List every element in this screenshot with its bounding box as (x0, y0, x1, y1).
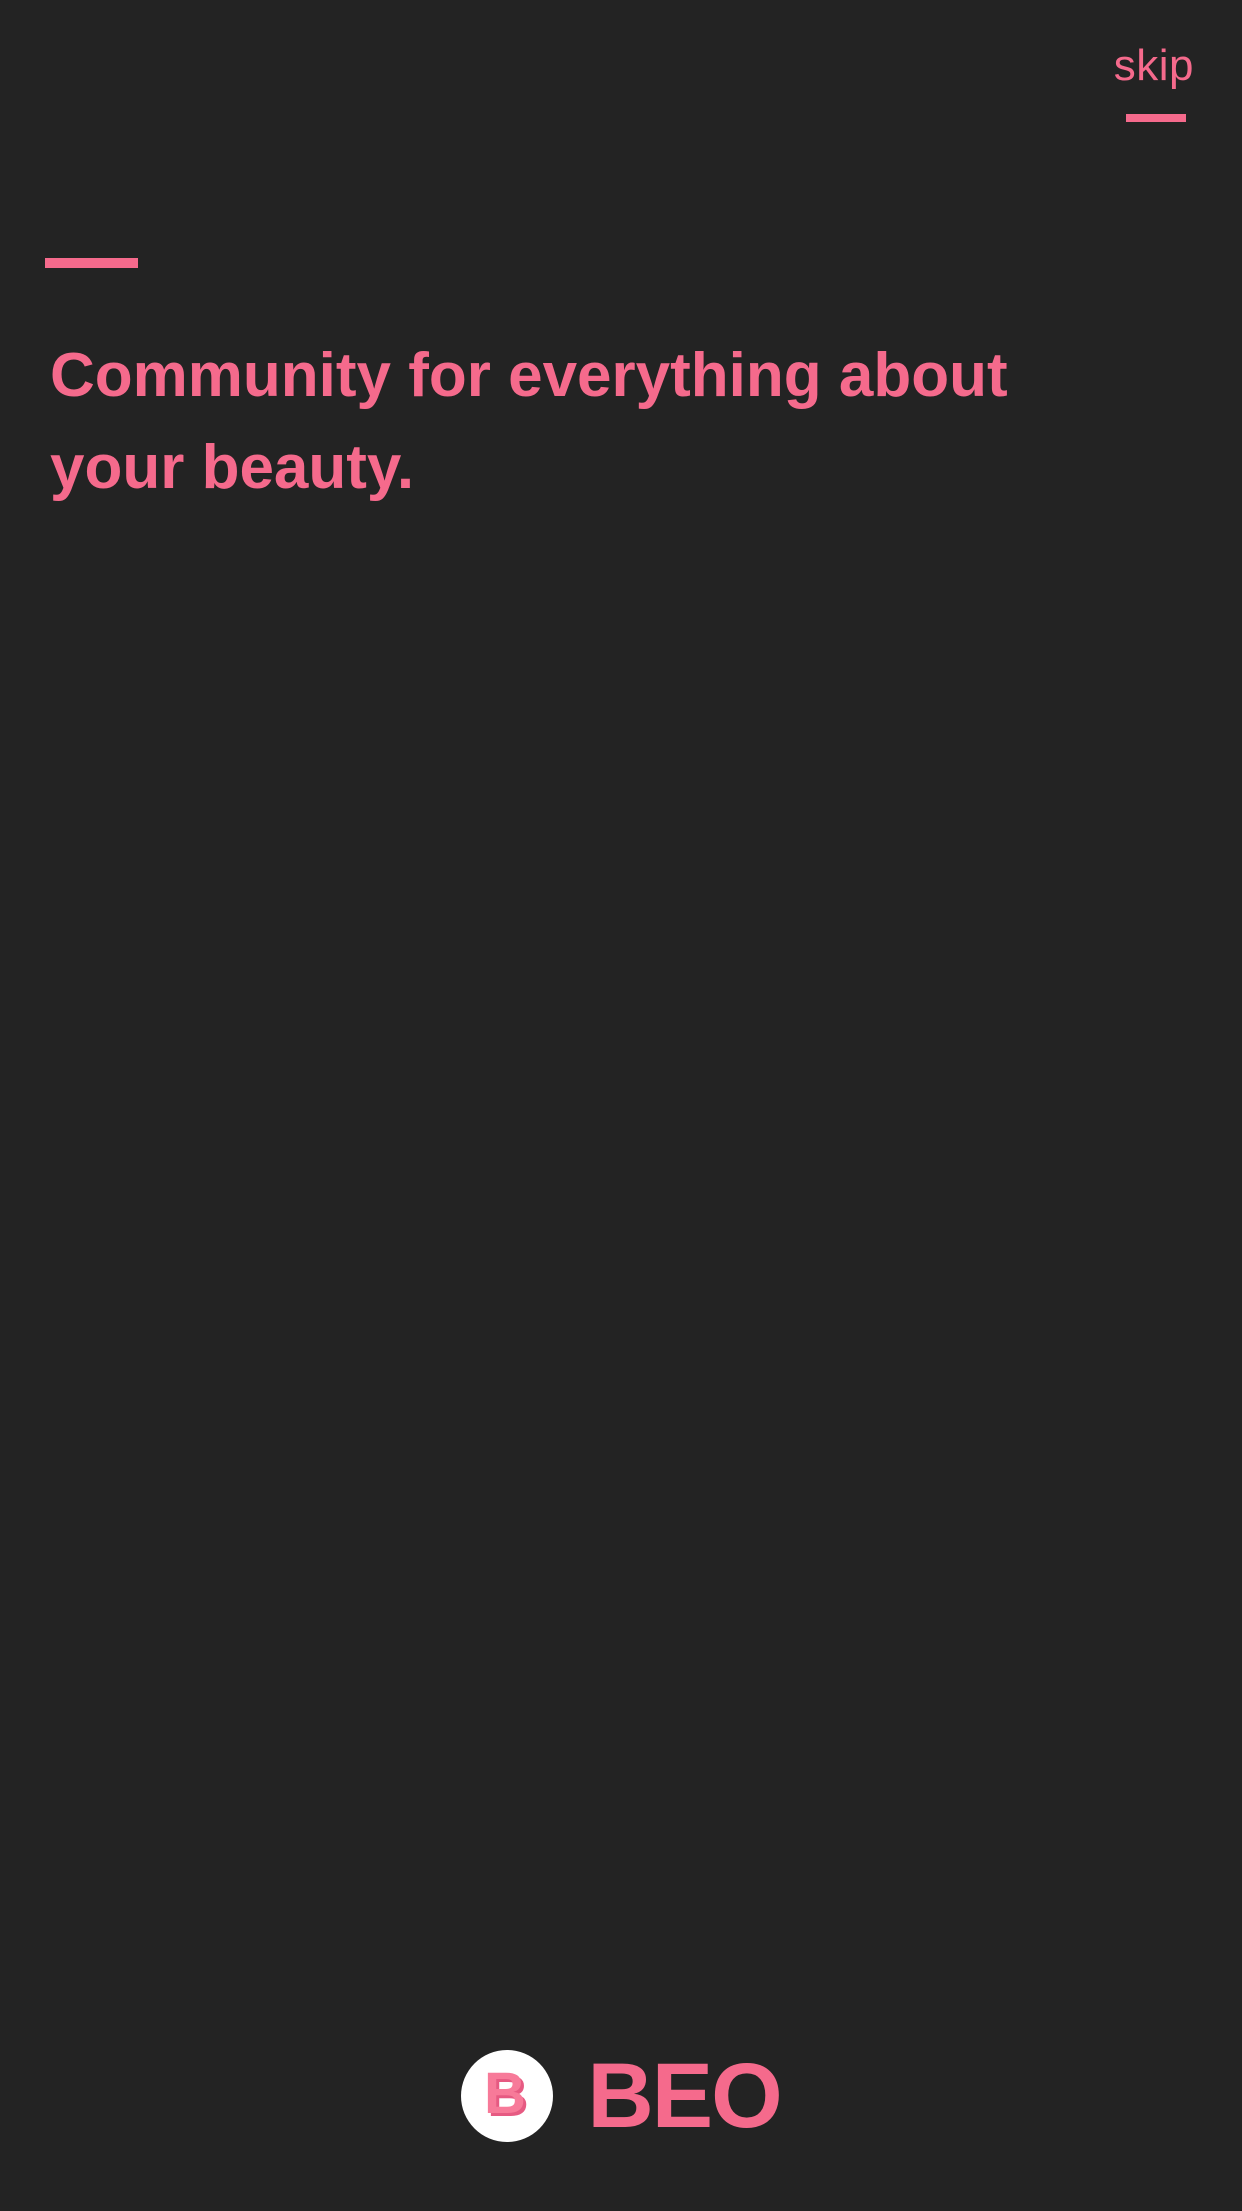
logo-letter-highlight: B (484, 2061, 526, 2126)
brand-name: BEO (587, 2045, 782, 2147)
skip-button[interactable]: skip (1114, 44, 1194, 88)
brand-footer: B B BEO (0, 2050, 1242, 2142)
headline-accent-bar (45, 258, 138, 268)
skip-control[interactable]: skip (1114, 44, 1194, 122)
onboarding-headline: Community for everything about your beau… (50, 341, 1008, 502)
beo-logo-icon: B B (461, 2050, 554, 2142)
skip-underline (1126, 114, 1186, 122)
